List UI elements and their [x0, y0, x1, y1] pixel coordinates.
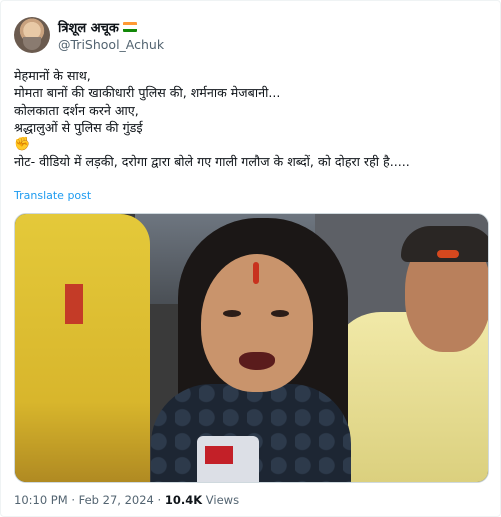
india-flag-icon	[122, 22, 137, 32]
author-avatar[interactable]	[14, 17, 50, 53]
views-label: Views	[205, 493, 240, 507]
views-count: 10.4K	[164, 493, 203, 507]
author-handle[interactable]: @TriShool_Achuk	[58, 37, 164, 52]
microphone-icon	[197, 436, 259, 482]
tweet-card: त्रिशूल अचूक @TriShool_Achuk मेहमानों के…	[0, 0, 501, 517]
tweet-time[interactable]: 10:10 PM	[14, 493, 68, 507]
tweet-meta: 10:10 PM · Feb 27, 2024 · 10.4K Views	[14, 493, 239, 507]
tweet-date[interactable]: Feb 27, 2024	[79, 493, 154, 507]
tweet-line: कोलकाता दर्शन करने आए,	[14, 102, 139, 118]
tweet-header: त्रिशूल अचूक @TriShool_Achuk	[14, 17, 488, 57]
translate-post-link[interactable]: Translate post	[14, 189, 91, 202]
tweet-line: श्रद्धालुओं से पुलिस की गुंडई	[14, 119, 143, 135]
angry-fist-emoji-icon: ✊	[14, 137, 31, 153]
tweet-line: मोमता बानों की खाकीधारी पुलिस की, शर्मना…	[14, 85, 281, 101]
author-display-name[interactable]: त्रिशूल अचूक	[58, 18, 119, 36]
tweet-video-media[interactable]	[14, 213, 489, 483]
tweet-line: नोट- वीडियो में लड़की, दरोगा द्वारा बोले…	[14, 154, 410, 170]
tweet-text: मेहमानों के साथ, मोमता बानों की खाकीधारी…	[14, 67, 490, 171]
meta-separator: ·	[71, 493, 75, 507]
meta-separator: ·	[157, 493, 162, 507]
author-name-row: त्रिशूल अचूक	[58, 18, 137, 36]
tweet-line: मेहमानों के साथ,	[14, 68, 91, 83]
video-thumbnail	[15, 214, 488, 482]
